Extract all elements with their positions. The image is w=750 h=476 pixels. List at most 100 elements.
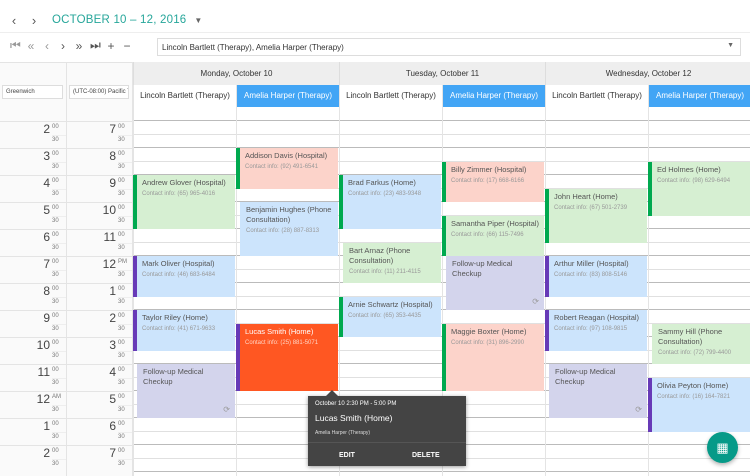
delete-button[interactable]: DELETE bbox=[412, 452, 440, 459]
appointment[interactable]: Follow-up Medical Checkup ⟳ bbox=[137, 364, 235, 418]
minute-label: 00 bbox=[118, 313, 125, 319]
appointment[interactable]: Samantha Piper (Hospital) Contact info: (… bbox=[442, 215, 544, 256]
forward-icon[interactable]: › bbox=[58, 39, 68, 53]
resource-color-bar bbox=[236, 323, 240, 391]
appointment[interactable]: Olivia Peyton (Home) Contact info: (16) 1… bbox=[648, 377, 750, 432]
appointment[interactable]: Lucas Smith (Home) Contact info: (25) 881… bbox=[236, 323, 338, 391]
appointment-title: Mark Oliver (Hospital) bbox=[142, 259, 215, 268]
resource-header[interactable]: Amelia Harper (Therapy) bbox=[648, 85, 750, 107]
zoom-in-icon[interactable]: + bbox=[106, 39, 116, 53]
minute-label: 30 bbox=[118, 191, 125, 197]
appointment[interactable]: Billy Zimmer (Hospital) Contact info: (17… bbox=[442, 161, 544, 202]
appointment[interactable]: Robert Reagan (Hospital) Contact info: (9… bbox=[545, 310, 647, 351]
fast-forward-icon[interactable]: » bbox=[74, 39, 84, 53]
hour-label: 7 bbox=[43, 257, 50, 271]
appointment[interactable]: John Heart (Home) Contact info: (67) 501-… bbox=[545, 188, 647, 243]
resource-color-bar bbox=[545, 310, 549, 351]
appointment-contact: Contact info: (65) 965-4016 bbox=[142, 191, 216, 197]
caret-down-icon[interactable]: ▼ bbox=[194, 16, 202, 25]
hour-label: 8 bbox=[43, 284, 50, 298]
hour-label: 8 bbox=[109, 149, 116, 163]
appointment-contact: Contact info: (65) 353-4435 bbox=[348, 312, 422, 319]
resource-header[interactable]: Amelia Harper (Therapy) bbox=[236, 85, 339, 107]
appointment-title: Benjamin Hughes (Phone Consultation) bbox=[246, 205, 332, 224]
hour-label: 12 bbox=[36, 392, 50, 406]
resource-selector[interactable]: Lincoln Bartlett (Therapy), Amelia Harpe… bbox=[157, 38, 741, 56]
resource-color-bar bbox=[339, 296, 343, 337]
caret-down-icon[interactable]: ▼ bbox=[727, 42, 734, 49]
divider bbox=[118, 432, 132, 433]
appointment-title: Robert Reagan (Hospital) bbox=[554, 313, 640, 322]
appointment[interactable]: Arnie Schwartz (Hospital) Contact info: (… bbox=[339, 296, 441, 337]
edit-button[interactable]: EDIT bbox=[339, 452, 355, 459]
divider bbox=[52, 297, 66, 298]
appointment-title: Olivia Peyton (Home) bbox=[657, 380, 729, 390]
appointment-contact: Contact info: (97) 108-9815 bbox=[554, 326, 628, 332]
minute-label: AM bbox=[52, 394, 61, 400]
timezone-select-pacific[interactable]: (UTC-08:00) Pacific T bbox=[69, 85, 129, 99]
appointment[interactable]: Follow-up Medical Checkup ⟳ bbox=[446, 256, 544, 310]
hour-label: 11 bbox=[37, 365, 50, 379]
first-icon[interactable]: ⏮ bbox=[10, 38, 21, 53]
chevron-right-icon[interactable]: › bbox=[28, 13, 40, 28]
chevron-left-icon[interactable]: ‹ bbox=[8, 13, 20, 28]
divider bbox=[52, 378, 66, 379]
appointment[interactable]: Taylor Riley (Home) Contact info: (41) 67… bbox=[133, 310, 235, 351]
resource-header[interactable]: Lincoln Bartlett (Therapy) bbox=[133, 85, 236, 107]
minute-label: 00 bbox=[52, 259, 59, 265]
zoom-out-icon[interactable]: − bbox=[122, 39, 132, 53]
divider bbox=[0, 32, 750, 33]
resource-header[interactable]: Amelia Harper (Therapy) bbox=[442, 85, 545, 107]
appointment[interactable]: Arthur Miller (Hospital) Contact info: (8… bbox=[545, 256, 647, 297]
minute-label: 00 bbox=[52, 232, 59, 238]
hour-label: 7 bbox=[109, 122, 116, 136]
hour-label: 2 bbox=[43, 122, 50, 136]
divider bbox=[52, 216, 66, 217]
timezone-select-greenwich[interactable]: Greenwich bbox=[2, 85, 63, 99]
appointment[interactable]: Ed Holmes (Home) Contact info: (98) 629-6… bbox=[648, 161, 750, 216]
minute-label: 00 bbox=[118, 205, 125, 211]
appointment[interactable]: Follow-up Medical Checkup ⟳ bbox=[549, 364, 647, 418]
date-range-button[interactable]: OCTOBER 10 – 12, 2016 bbox=[52, 14, 186, 26]
resource-header[interactable]: Lincoln Bartlett (Therapy) bbox=[545, 85, 648, 107]
appointment-title: Maggie Boxter (Home) bbox=[451, 326, 527, 336]
hour-label: 6 bbox=[43, 230, 50, 244]
divider bbox=[52, 162, 66, 163]
divider bbox=[52, 189, 66, 190]
resource-header[interactable]: Lincoln Bartlett (Therapy) bbox=[339, 85, 442, 107]
minute-label: 30 bbox=[52, 245, 59, 251]
resource-color-bar bbox=[236, 148, 240, 189]
minute-label: 30 bbox=[52, 272, 59, 278]
appointment[interactable]: Mark Oliver (Hospital) Contact info: (46)… bbox=[133, 256, 235, 297]
appointment-title: Addison Davis (Hospital) bbox=[245, 151, 328, 160]
hour-label: 5 bbox=[109, 392, 116, 406]
appointment[interactable]: Maggie Boxter (Home) Contact info: (31) 8… bbox=[442, 323, 544, 391]
appointment[interactable]: Andrew Glover (Hospital) Contact info: (6… bbox=[133, 175, 235, 229]
appointment[interactable]: Sammy Hill (Phone Consultation) Contact i… bbox=[652, 323, 750, 364]
calendar-edit-icon: ▦ bbox=[716, 440, 729, 455]
last-icon[interactable]: ⏭ bbox=[90, 38, 101, 53]
minute-label: 00 bbox=[118, 151, 125, 157]
divider bbox=[52, 432, 66, 433]
divider bbox=[52, 243, 66, 244]
appointment[interactable]: Benjamin Hughes (Phone Consultation) Cont… bbox=[240, 202, 338, 256]
tooltip-time: October 10 2:30 PM - 5:00 PM bbox=[315, 401, 397, 407]
minute-label: 00 bbox=[52, 286, 59, 292]
fast-back-icon[interactable]: « bbox=[26, 39, 36, 53]
appointment[interactable]: Brad Farkus (Home) Contact info: (23) 483… bbox=[339, 175, 441, 229]
create-appointment-button[interactable]: ▦ bbox=[707, 432, 738, 463]
appointment[interactable]: Bart Arnaz (Phone Consultation) Contact i… bbox=[343, 242, 441, 283]
hour-label: 3 bbox=[109, 338, 116, 352]
minute-label: 30 bbox=[118, 434, 125, 440]
minute-label: 30 bbox=[52, 353, 59, 359]
day-header: Tuesday, October 11 bbox=[339, 62, 545, 85]
time-slot-label: 8 00 30 bbox=[0, 283, 66, 310]
appointment[interactable]: Addison Davis (Hospital) Contact info: (9… bbox=[236, 148, 338, 189]
back-icon[interactable]: ‹ bbox=[42, 39, 52, 53]
divider bbox=[118, 378, 132, 379]
appointment-contact: Contact info: (31) 896-2990 bbox=[451, 339, 525, 346]
appointment-contact: Contact info: (11) 211-4115 bbox=[349, 268, 421, 275]
minute-label: 30 bbox=[118, 299, 125, 305]
minute-label: 30 bbox=[118, 380, 125, 386]
appointment-title: Lucas Smith (Home) bbox=[245, 326, 314, 336]
